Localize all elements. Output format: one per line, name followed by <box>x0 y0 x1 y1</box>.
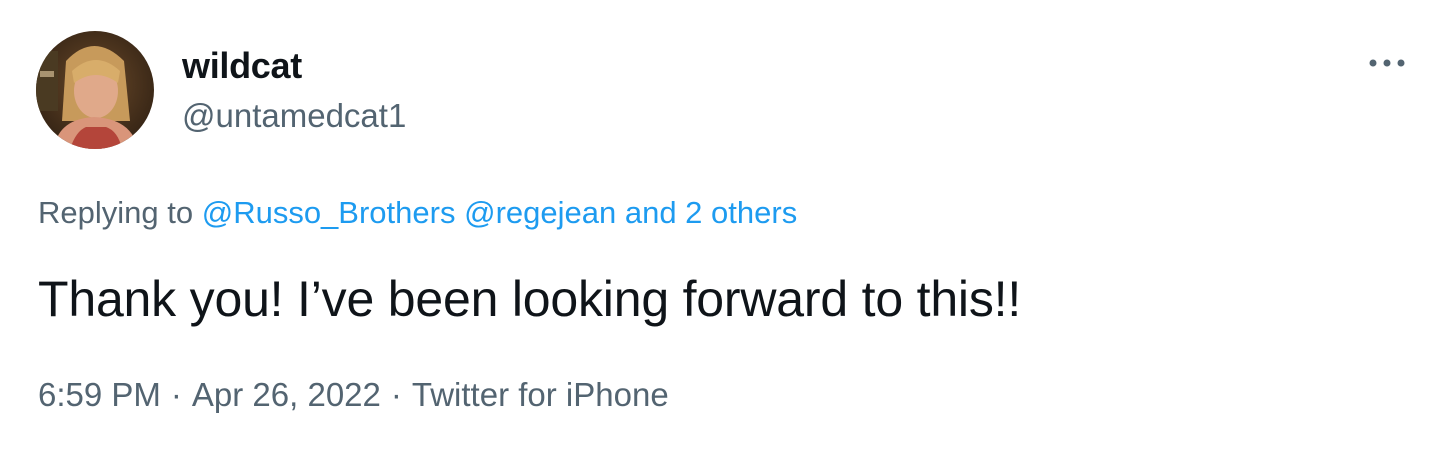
tweet-metadata: 6:59 PM · Apr 26, 2022 · Twitter for iPhone <box>38 373 669 417</box>
mention-link[interactable]: @Russo_Brothers <box>202 195 456 230</box>
more-horizontal-icon[interactable] <box>1364 50 1410 76</box>
others-link[interactable]: and 2 others <box>625 195 797 230</box>
tweet-text: Thank you! I’ve been looking forward to … <box>38 271 1022 327</box>
replying-to-label: Replying to <box>38 195 194 230</box>
separator: · <box>390 376 402 413</box>
separator: · <box>170 376 182 413</box>
display-name[interactable]: wildcat <box>182 44 302 88</box>
tweet-source: Twitter for iPhone <box>411 376 669 413</box>
tweet-time[interactable]: 6:59 PM <box>38 376 161 413</box>
user-handle[interactable]: @untamedcat1 <box>182 94 406 138</box>
avatar[interactable] <box>36 31 154 149</box>
replying-to: Replying to @Russo_Brothers @regejean an… <box>38 191 797 235</box>
avatar-photo <box>36 31 154 149</box>
tweet-card: wildcat @untamedcat1 Replying to @Russo_… <box>0 0 1440 453</box>
tweet-date[interactable]: Apr 26, 2022 <box>192 376 381 413</box>
mention-link[interactable]: @regejean <box>464 195 616 230</box>
